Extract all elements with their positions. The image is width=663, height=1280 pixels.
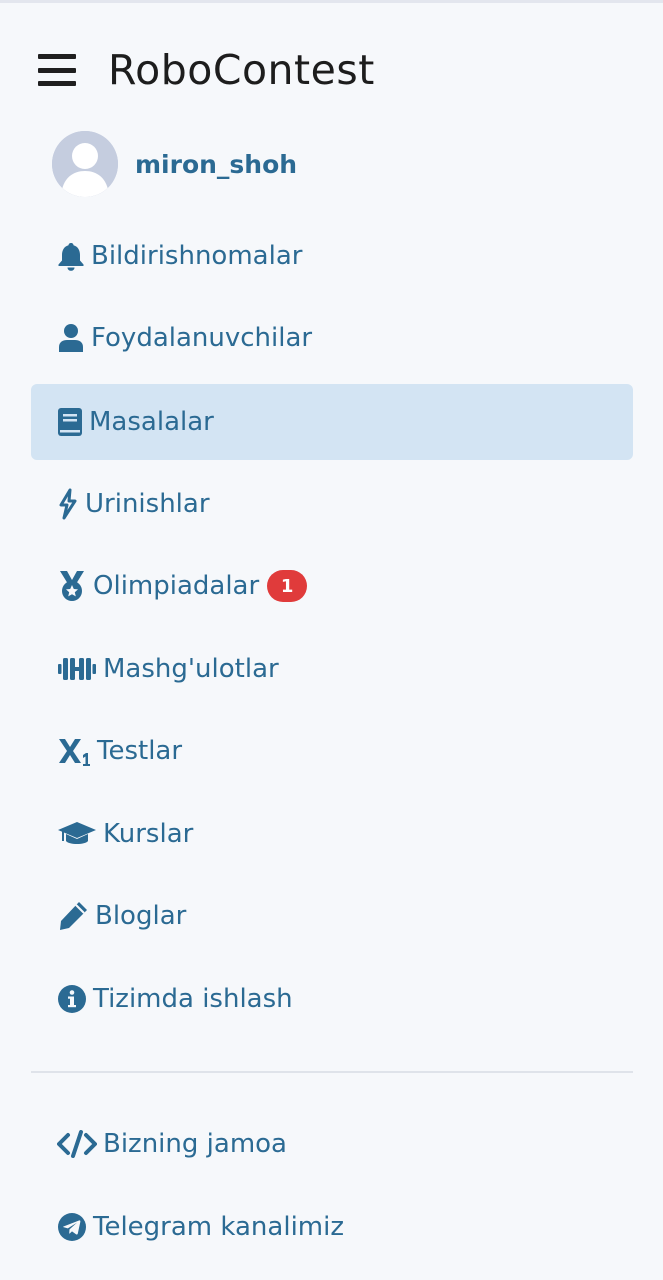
book-icon: [57, 406, 83, 438]
bell-icon: [57, 240, 85, 272]
nav-item-label: Olimpiadalar: [93, 571, 260, 601]
nav-item-bizning-jamoa[interactable]: Bizning jamoa: [31, 1106, 633, 1182]
nav-item-tizimda-ishlash[interactable]: Tizimda ishlash: [31, 961, 633, 1037]
code-icon: [57, 1128, 97, 1160]
info-circle-icon: [57, 983, 87, 1015]
nav-item-foydalanuvchilar[interactable]: Foydalanuvchilar: [31, 300, 633, 376]
nav-item-label: Foydalanuvchilar: [91, 323, 313, 353]
user-icon: [57, 322, 85, 354]
nav-item-label: Telegram kanalimiz: [93, 1212, 344, 1242]
nav-item-label: Urinishlar: [85, 489, 210, 519]
user-profile[interactable]: miron_shoh: [52, 131, 297, 197]
header: RoboContest: [38, 44, 375, 96]
nav-item-urinishlar[interactable]: Urinishlar: [31, 466, 633, 542]
subscript-icon: [57, 735, 91, 767]
nav-item-bildirishnomalar[interactable]: Bildirishnomalar: [31, 218, 633, 294]
nav-item-kurslar[interactable]: Kurslar: [31, 796, 633, 872]
dumbbell-icon: [57, 653, 97, 685]
nav-item-label: Kurslar: [103, 819, 194, 849]
nav-item-olimpiadalar[interactable]: Olimpiadalar 1: [31, 548, 633, 624]
notification-badge: 1: [267, 570, 308, 602]
graduation-cap-icon: [57, 818, 97, 850]
nav-item-telegram-kanalimiz[interactable]: Telegram kanalimiz: [31, 1189, 633, 1265]
nav-item-label: Bizning jamoa: [103, 1129, 287, 1159]
nav-item-label: Bildirishnomalar: [91, 241, 303, 271]
nav-item-mashgulotlar[interactable]: Mashg'ulotlar: [31, 631, 633, 707]
user-silhouette-icon: [52, 131, 118, 197]
pencil-icon: [57, 900, 89, 932]
nav-item-label: Bloglar: [95, 901, 187, 931]
medal-icon: [57, 570, 87, 602]
top-border: [0, 0, 663, 3]
nav-item-label: Masalalar: [89, 407, 214, 437]
divider: [31, 1071, 633, 1073]
avatar: [52, 131, 118, 197]
username[interactable]: miron_shoh: [135, 150, 297, 179]
nav-item-label: Testlar: [97, 736, 183, 766]
app-title[interactable]: RoboContest: [108, 46, 375, 94]
nav-item-testlar[interactable]: Testlar: [31, 713, 633, 789]
nav-item-label: Mashg'ulotlar: [103, 654, 279, 684]
nav-item-masalalar[interactable]: Masalalar: [31, 384, 633, 460]
telegram-icon: [57, 1211, 87, 1243]
nav-item-label: Tizimda ishlash: [93, 984, 293, 1014]
activity-icon: [57, 488, 79, 520]
nav-item-bloglar[interactable]: Bloglar: [31, 878, 633, 954]
hamburger-menu-icon[interactable]: [38, 54, 76, 86]
